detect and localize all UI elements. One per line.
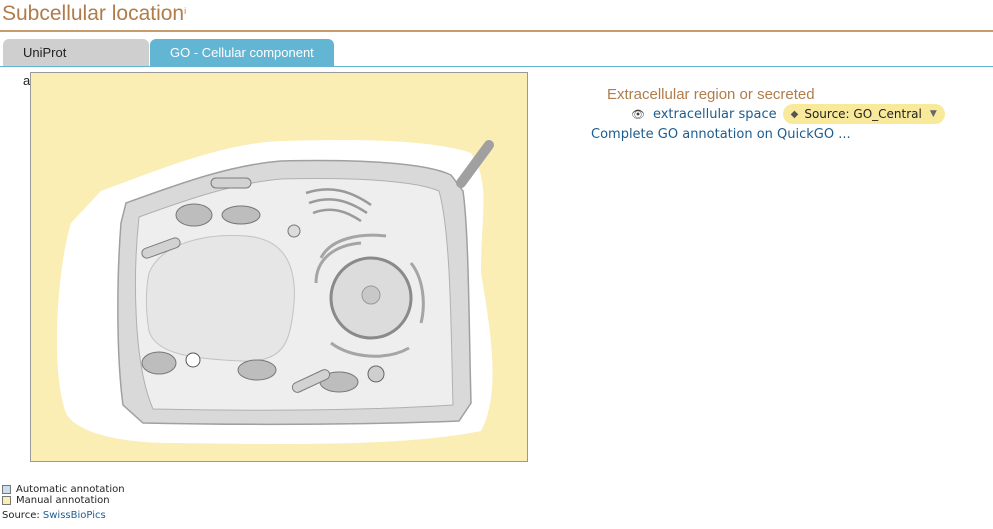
source-label: Source: GO_Central bbox=[804, 107, 922, 121]
chloroplast bbox=[221, 205, 261, 225]
vesicle bbox=[287, 224, 301, 238]
automatic-swatch bbox=[2, 485, 11, 494]
legend-automatic: Automatic annotation bbox=[2, 484, 125, 495]
chloroplast bbox=[141, 351, 177, 375]
tab-uniprot-annotation[interactable]: UniProt annotation bbox=[3, 39, 149, 88]
eye-icon[interactable]: 👁 bbox=[631, 108, 645, 121]
mitochondrion bbox=[210, 177, 252, 189]
location-item: 👁 extracellular space ◆ Source: GO_Centr… bbox=[631, 104, 945, 124]
swissbiopics-link[interactable]: SwissBioPics bbox=[43, 510, 106, 521]
page-title: Subcellular locationi bbox=[2, 2, 186, 26]
tab-go-cellular-component[interactable]: GO - Cellular component bbox=[150, 39, 334, 66]
legend-manual-label: Manual annotation bbox=[16, 495, 110, 506]
vesicle bbox=[185, 352, 201, 368]
manual-swatch bbox=[2, 496, 11, 505]
cell-diagram bbox=[30, 72, 528, 462]
chloroplast bbox=[175, 203, 213, 227]
extracellular-space-link[interactable]: extracellular space bbox=[653, 107, 777, 122]
tab-bar: UniProt annotation GO - Cellular compone… bbox=[3, 39, 335, 88]
nucleolus bbox=[361, 285, 381, 305]
title-divider bbox=[0, 30, 993, 32]
plant-cell-illustration bbox=[56, 140, 494, 444]
quickgo-link[interactable]: Complete GO annotation on QuickGO ... bbox=[591, 127, 851, 142]
location-group-title: Extracellular region or secreted bbox=[607, 86, 815, 103]
legend-automatic-label: Automatic annotation bbox=[16, 484, 125, 495]
source-credit: Source: SwissBioPics bbox=[2, 510, 106, 521]
legend-manual: Manual annotation bbox=[2, 495, 125, 506]
vacuole bbox=[145, 235, 295, 362]
chloroplast bbox=[237, 359, 277, 381]
info-icon[interactable]: i bbox=[184, 6, 186, 16]
source-prefix: Source: bbox=[2, 510, 40, 521]
page-title-text: Subcellular location bbox=[2, 2, 185, 25]
tab-divider bbox=[0, 66, 993, 67]
chevron-down-icon: ▼ bbox=[929, 109, 937, 119]
source-badge[interactable]: ◆ Source: GO_Central ▼ bbox=[782, 104, 945, 124]
tag-icon: ◆ bbox=[790, 108, 799, 120]
legend: Automatic annotation Manual annotation bbox=[2, 484, 125, 506]
vesicle bbox=[367, 365, 385, 383]
